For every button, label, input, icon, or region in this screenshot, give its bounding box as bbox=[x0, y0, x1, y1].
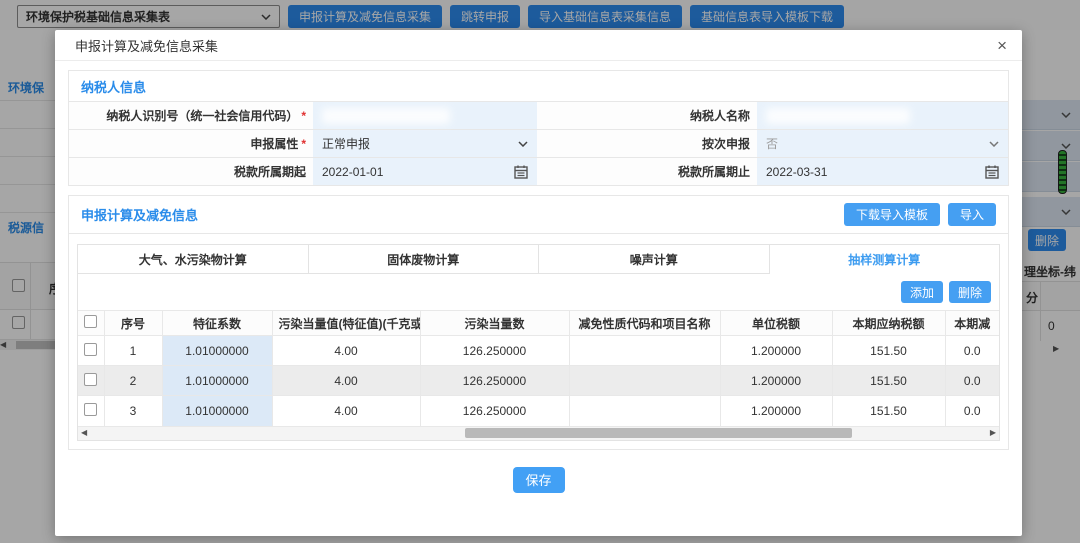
period-start-label: 税款所属期起 bbox=[69, 157, 313, 185]
add-row-button[interactable]: 添加 bbox=[901, 281, 943, 303]
col-header-payable-tax: 本期应纳税额 bbox=[832, 311, 945, 336]
table-horizontal-scrollbar[interactable]: ◀ ▶ bbox=[78, 426, 999, 440]
period-start-field[interactable]: 2022-01-01 bbox=[313, 157, 537, 185]
cell-seq: 1 bbox=[104, 336, 162, 366]
tab-solid-waste[interactable]: 固体废物计算 bbox=[309, 244, 540, 274]
col-header-unit-tax: 单位税额 bbox=[720, 311, 832, 336]
row-checkbox[interactable] bbox=[84, 343, 97, 356]
period-end-label: 税款所属期止 bbox=[537, 157, 757, 185]
declare-section-header: 申报计算及减免信息 下载导入模板 导入 bbox=[69, 196, 1008, 234]
download-import-template-button[interactable]: 下载导入模板 bbox=[844, 203, 940, 226]
modal-header: 申报计算及减免信息采集 × bbox=[55, 30, 1022, 61]
row-checkbox-cell bbox=[78, 396, 104, 426]
table-row: 3 1.01000000 4.00 126.250000 1.200000 15… bbox=[78, 396, 999, 426]
chevron-down-icon bbox=[518, 141, 528, 147]
declare-calc-section: 申报计算及减免信息 下载导入模板 导入 大气、水污染物计算 固体废物计算 噪声计… bbox=[68, 195, 1009, 450]
cell-equivalent-count: 126.250000 bbox=[420, 336, 569, 366]
close-icon[interactable]: × bbox=[997, 37, 1007, 54]
cell-reduction: 0.0 bbox=[945, 366, 999, 396]
col-header-equivalent-value: 污染当量值(特征值)(千克或吨) bbox=[272, 311, 420, 336]
scroll-right-icon[interactable]: ▶ bbox=[990, 429, 996, 437]
modal-title: 申报计算及减免信息采集 bbox=[75, 36, 218, 55]
required-asterisk: * bbox=[301, 109, 306, 123]
scrollbar-thumb[interactable] bbox=[465, 428, 852, 438]
required-asterisk: * bbox=[301, 137, 306, 151]
taxpayer-name-field[interactable] bbox=[757, 101, 1008, 129]
row-checkbox-cell bbox=[78, 336, 104, 366]
cell-equivalent-value: 4.00 bbox=[272, 396, 420, 426]
cell-reduction-code[interactable] bbox=[569, 396, 720, 426]
taxpayer-section-title: 纳税人信息 bbox=[81, 77, 146, 96]
import-button[interactable]: 导入 bbox=[948, 203, 996, 226]
sampling-calc-table: 序号 特征系数 污染当量值(特征值)(千克或吨) 污染当量数 减免性质代码和项目… bbox=[78, 310, 999, 426]
taxpayer-field-grid: 纳税人识别号（统一社会信用代码）* 纳税人名称 申报属性* 正常申报 bbox=[69, 101, 1008, 185]
tab-noise[interactable]: 噪声计算 bbox=[539, 244, 770, 274]
calendar-icon[interactable] bbox=[514, 165, 528, 179]
calendar-icon[interactable] bbox=[985, 165, 999, 179]
cell-reduction-code[interactable] bbox=[569, 366, 720, 396]
col-header-seq: 序号 bbox=[104, 311, 162, 336]
save-button[interactable]: 保存 bbox=[513, 467, 565, 493]
cell-payable-tax: 151.50 bbox=[832, 366, 945, 396]
declare-section-title: 申报计算及减免信息 bbox=[81, 205, 198, 224]
per-occurrence-label: 按次申报 bbox=[537, 129, 757, 157]
col-header-reduction: 本期减 bbox=[945, 311, 999, 336]
tabs-container: 大气、水污染物计算 固体废物计算 噪声计算 抽样测算计算 添加 删除 bbox=[69, 234, 1008, 449]
row-checkbox[interactable] bbox=[84, 373, 97, 386]
period-end-field[interactable]: 2022-03-31 bbox=[757, 157, 1008, 185]
cell-unit-tax: 1.200000 bbox=[720, 396, 832, 426]
chevron-down-icon bbox=[989, 141, 999, 147]
cell-reduction: 0.0 bbox=[945, 396, 999, 426]
tab-sampling-calc[interactable]: 抽样测算计算 bbox=[770, 244, 1001, 274]
modal-footer: 保存 bbox=[55, 467, 1022, 493]
calc-tabs: 大气、水污染物计算 固体废物计算 噪声计算 抽样测算计算 bbox=[77, 244, 1000, 274]
cell-payable-tax: 151.50 bbox=[832, 396, 945, 426]
taxpayer-name-label: 纳税人名称 bbox=[537, 101, 757, 129]
cell-equivalent-count: 126.250000 bbox=[420, 396, 569, 426]
table-toolbar: 添加 删除 bbox=[78, 274, 999, 310]
cell-coefficient[interactable]: 1.01000000 bbox=[162, 396, 272, 426]
sampling-calc-panel: 添加 删除 序号 特征系数 污染当量值(特征值)(千克或吨) 污染当量数 减免 bbox=[77, 274, 1000, 441]
table-row: 2 1.01000000 4.00 126.250000 1.200000 15… bbox=[78, 366, 999, 396]
declare-attr-select[interactable]: 正常申报 bbox=[313, 129, 537, 157]
row-checkbox-cell bbox=[78, 366, 104, 396]
cell-seq: 3 bbox=[104, 396, 162, 426]
taxpayer-info-section: 纳税人信息 纳税人识别号（统一社会信用代码）* 纳税人名称 申报属性* 正常申报 bbox=[68, 70, 1009, 186]
tab-air-water-pollutant[interactable]: 大气、水污染物计算 bbox=[77, 244, 309, 274]
declare-info-modal: 申报计算及减免信息采集 × 纳税人信息 纳税人识别号（统一社会信用代码）* 纳税… bbox=[55, 30, 1022, 536]
declare-attr-label: 申报属性* bbox=[69, 129, 313, 157]
cell-equivalent-value: 4.00 bbox=[272, 336, 420, 366]
delete-row-button[interactable]: 删除 bbox=[949, 281, 991, 303]
tin-field[interactable] bbox=[313, 101, 537, 129]
scroll-left-icon[interactable]: ◀ bbox=[81, 429, 87, 437]
cell-coefficient[interactable]: 1.01000000 bbox=[162, 366, 272, 396]
redacted-value bbox=[766, 108, 910, 124]
cell-payable-tax: 151.50 bbox=[832, 336, 945, 366]
cell-equivalent-count: 126.250000 bbox=[420, 366, 569, 396]
cell-seq: 2 bbox=[104, 366, 162, 396]
taxpayer-section-header: 纳税人信息 bbox=[69, 71, 1008, 101]
per-occurrence-select[interactable]: 否 bbox=[757, 129, 1008, 157]
cell-coefficient[interactable]: 1.01000000 bbox=[162, 336, 272, 366]
redacted-value bbox=[322, 108, 450, 124]
cell-unit-tax: 1.200000 bbox=[720, 366, 832, 396]
cell-equivalent-value: 4.00 bbox=[272, 366, 420, 396]
col-header-reduction-code: 减免性质代码和项目名称 bbox=[569, 311, 720, 336]
cell-reduction-code[interactable] bbox=[569, 336, 720, 366]
col-header-coefficient: 特征系数 bbox=[162, 311, 272, 336]
table-row: 1 1.01000000 4.00 126.250000 1.200000 15… bbox=[78, 336, 999, 366]
header-checkbox-cell bbox=[78, 311, 104, 336]
tin-label: 纳税人识别号（统一社会信用代码）* bbox=[69, 101, 313, 129]
table-header-row: 序号 特征系数 污染当量值(特征值)(千克或吨) 污染当量数 减免性质代码和项目… bbox=[78, 311, 999, 336]
cell-unit-tax: 1.200000 bbox=[720, 336, 832, 366]
col-header-equivalent-count: 污染当量数 bbox=[420, 311, 569, 336]
cell-reduction: 0.0 bbox=[945, 336, 999, 366]
row-checkbox[interactable] bbox=[84, 403, 97, 416]
select-all-checkbox[interactable] bbox=[84, 315, 97, 328]
